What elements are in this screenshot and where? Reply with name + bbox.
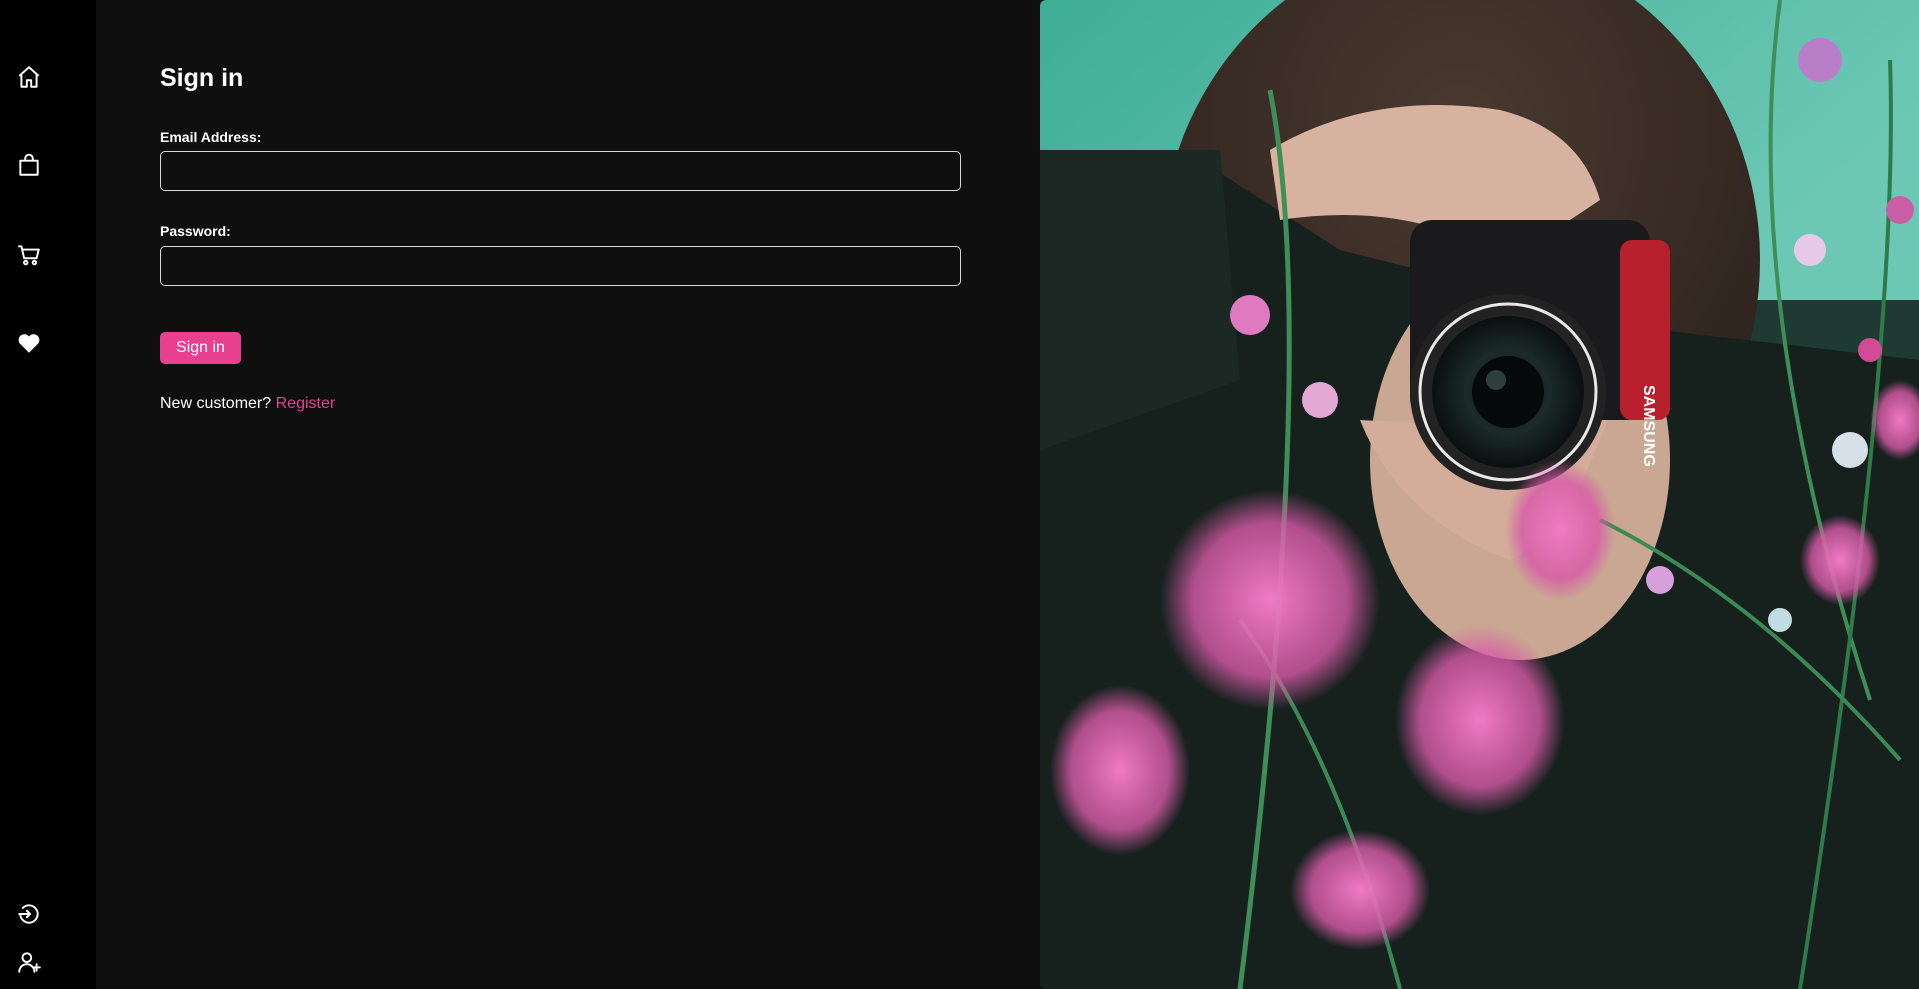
cart-icon[interactable] bbox=[14, 240, 44, 270]
sign-in-button[interactable]: Sign in bbox=[160, 332, 241, 364]
email-field[interactable] bbox=[160, 151, 961, 191]
svg-text:SAMSUNG: SAMSUNG bbox=[1640, 385, 1657, 467]
home-icon[interactable] bbox=[14, 62, 44, 92]
register-link[interactable]: Register bbox=[276, 395, 336, 412]
email-label: Email Address: bbox=[160, 129, 262, 145]
heart-icon[interactable] bbox=[14, 328, 44, 358]
new-customer-text: New customer? bbox=[160, 395, 272, 412]
password-label: Password: bbox=[160, 223, 231, 239]
page-title: Sign in bbox=[160, 64, 244, 92]
shopping-bag-icon[interactable] bbox=[14, 150, 44, 180]
login-icon[interactable] bbox=[14, 899, 44, 929]
add-user-icon[interactable] bbox=[14, 947, 44, 977]
sidebar bbox=[0, 0, 96, 989]
register-prompt: New customer? Register bbox=[160, 395, 335, 413]
sign-in-panel: Sign in Email Address: Password: Sign in… bbox=[96, 0, 1040, 989]
hero-image: SAMSUNG bbox=[1040, 0, 1919, 989]
password-field[interactable] bbox=[160, 246, 961, 286]
